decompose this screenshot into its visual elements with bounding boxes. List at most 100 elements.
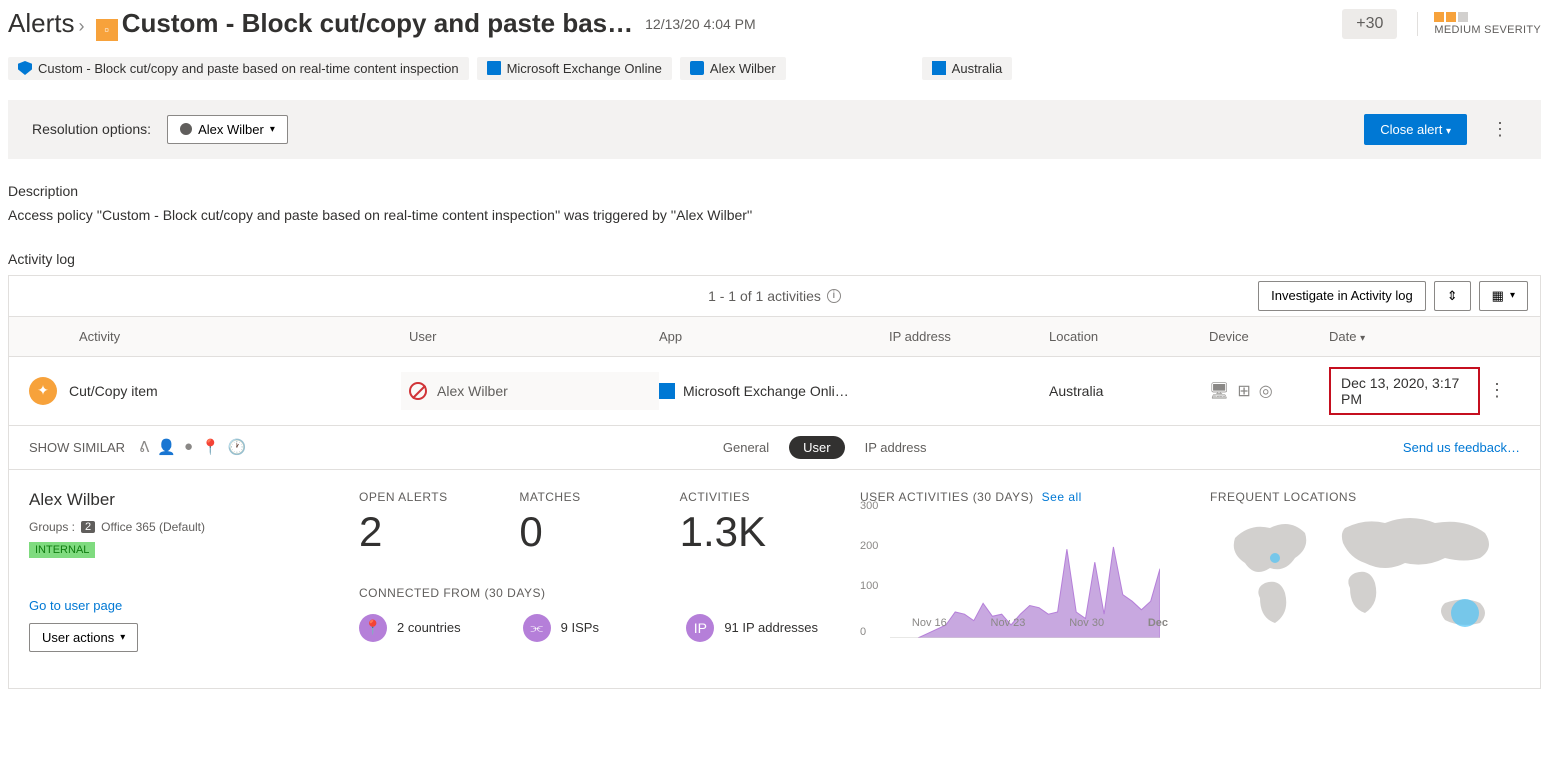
col-ip[interactable]: IP address — [889, 329, 1049, 344]
breadcrumb-root[interactable]: Alerts — [8, 8, 74, 38]
columns-dropdown[interactable]: ▦ ▾ — [1479, 281, 1528, 311]
ip-icon: IP — [686, 614, 714, 642]
user-chip[interactable]: Alex Wilber — [680, 57, 786, 80]
stat-label: ACTIVITIES — [680, 490, 840, 504]
more-actions-button[interactable]: ⋮ — [1483, 115, 1517, 144]
x-tick: Nov 23 — [991, 617, 1026, 629]
table-row[interactable]: ✦ Cut/Copy item Alex Wilber Microsoft Ex… — [8, 357, 1541, 426]
row-user: Alex Wilber — [437, 383, 508, 399]
chip-label: Australia — [952, 61, 1003, 76]
activity-name: Cut/Copy item — [69, 383, 158, 399]
severity-block-icon — [1458, 12, 1468, 22]
countries-stat: 📍 2 countries — [359, 614, 513, 642]
world-map — [1210, 508, 1520, 668]
col-device[interactable]: Device — [1209, 329, 1329, 344]
internal-tag: INTERNAL — [29, 542, 95, 558]
x-tick: Nov 16 — [912, 617, 947, 629]
exchange-icon — [487, 61, 501, 75]
row-date: Dec 13, 2020, 3:17 PM — [1329, 367, 1480, 415]
severity-block-icon — [1434, 12, 1444, 22]
expand-collapse-button[interactable]: ⇕ — [1434, 281, 1471, 311]
clock-icon[interactable]: 🕐 — [228, 438, 247, 456]
exchange-icon — [659, 383, 675, 399]
connected-from-label: CONNECTED FROM (30 DAYS) — [359, 586, 840, 600]
chevron-down-icon: ▾ — [120, 632, 125, 643]
close-alert-button[interactable]: Close alert ▾ — [1364, 114, 1467, 145]
col-date[interactable]: Date ▾ — [1329, 329, 1480, 344]
activities-chart: 300 200 100 0 Nov 16 Nov 23 Nov 30 Dec — [860, 508, 1190, 668]
groups-count-badge: 2 — [81, 521, 95, 533]
ip-addresses-stat: IP 91 IP addresses — [686, 614, 840, 642]
col-activity[interactable]: Activity — [29, 329, 409, 344]
location-chip[interactable]: Australia — [922, 57, 1013, 80]
x-tick: Nov 30 — [1069, 617, 1104, 629]
chrome-icon: ◎ — [1259, 381, 1273, 401]
run-icon[interactable]: ᕕ — [139, 438, 149, 456]
feedback-link[interactable]: Send us feedback… — [1403, 440, 1520, 455]
x-tick: Dec — [1148, 617, 1168, 629]
show-similar-label: SHOW SIMILAR — [29, 440, 125, 455]
desktop-icon: 🖥 — [1209, 381, 1229, 401]
tab-ip[interactable]: IP address — [865, 440, 927, 455]
user-icon — [180, 123, 192, 135]
col-app[interactable]: App — [659, 329, 889, 344]
assignee-dropdown[interactable]: Alex Wilber ▾ — [167, 115, 288, 144]
flag-icon — [932, 61, 946, 75]
frequent-locations-label: FREQUENT LOCATIONS — [1210, 490, 1520, 504]
activities-value: 1.3K — [680, 508, 840, 556]
groups-list: Office 365 (Default) — [101, 520, 205, 534]
see-all-link[interactable]: See all — [1042, 490, 1082, 504]
open-alerts-value: 2 — [359, 508, 519, 556]
investigate-button[interactable]: Investigate in Activity log — [1258, 281, 1426, 311]
shield-icon — [18, 61, 32, 75]
severity-label: MEDIUM SEVERITY — [1434, 24, 1541, 36]
activity-table-header: Activity User App IP address Location De… — [8, 317, 1541, 357]
activity-log-heading: Activity log — [8, 251, 1541, 267]
blocked-icon — [409, 382, 427, 400]
app-chip[interactable]: Microsoft Exchange Online — [477, 57, 672, 80]
chevron-right-icon: › — [78, 16, 84, 36]
chip-label: Microsoft Exchange Online — [507, 61, 662, 76]
y-tick: 100 — [860, 580, 878, 592]
stat-label: OPEN ALERTS — [359, 490, 519, 504]
info-icon[interactable]: i — [827, 289, 841, 303]
tab-user[interactable]: User — [789, 436, 844, 459]
go-to-user-link[interactable]: Go to user page — [29, 598, 339, 613]
row-actions-button[interactable]: ⋮ — [1480, 376, 1520, 405]
y-tick: 300 — [860, 500, 878, 512]
row-location: Australia — [1049, 383, 1209, 399]
severity-block-icon — [1446, 12, 1456, 22]
ip-icon[interactable]: ● — [184, 438, 193, 456]
location-pin-icon: 📍 — [359, 614, 387, 642]
policy-chip[interactable]: Custom - Block cut/copy and paste based … — [8, 57, 469, 80]
col-location[interactable]: Location — [1049, 329, 1209, 344]
col-user[interactable]: User — [409, 329, 659, 344]
severity-indicator: MEDIUM SEVERITY — [1417, 12, 1541, 36]
matches-value: 0 — [519, 508, 679, 556]
page-title: Custom - Block cut/copy and paste bas… — [122, 8, 633, 38]
activity-count: 1 - 1 of 1 activities i — [708, 288, 841, 304]
activity-type-icon: ✦ — [29, 377, 57, 405]
additional-alerts-badge[interactable]: +30 — [1342, 9, 1397, 39]
user-icon[interactable]: 👤 — [157, 438, 176, 456]
assignee-name: Alex Wilber — [198, 122, 264, 137]
y-tick: 200 — [860, 540, 878, 552]
breadcrumb: Alerts› ▫Custom - Block cut/copy and pas… — [8, 8, 633, 41]
location-icon[interactable]: 📍 — [201, 438, 220, 456]
stat-label: MATCHES — [519, 490, 679, 504]
network-icon: ⫘ — [523, 614, 551, 642]
tab-general[interactable]: General — [723, 440, 769, 455]
alert-policy-icon: ▫ — [96, 19, 118, 41]
chevron-down-icon: ▾ — [1446, 126, 1451, 137]
description-text: Access policy ''Custom - Block cut/copy … — [8, 207, 1541, 223]
alert-timestamp: 12/13/20 4:04 PM — [645, 16, 756, 32]
chip-label: Custom - Block cut/copy and paste based … — [38, 61, 459, 76]
user-actions-dropdown[interactable]: User actions ▾ — [29, 623, 138, 652]
y-tick: 0 — [860, 626, 866, 638]
detail-user-name: Alex Wilber — [29, 490, 339, 510]
groups-label: Groups : — [29, 520, 75, 534]
chevron-down-icon: ▾ — [270, 124, 275, 135]
windows-icon: ⊞ — [1237, 381, 1250, 401]
resolution-label: Resolution options: — [32, 121, 151, 137]
user-icon — [690, 61, 704, 75]
